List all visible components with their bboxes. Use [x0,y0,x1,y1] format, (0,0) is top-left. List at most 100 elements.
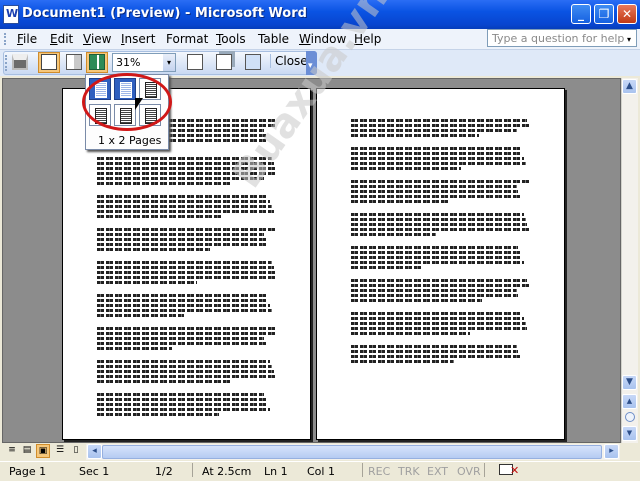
page-text-line [97,299,269,302]
page-text-line [351,332,470,335]
page-text-line [97,238,267,241]
page-text-line [97,182,230,185]
page-text-line [97,337,265,340]
page-text-line [351,294,519,297]
reading-layout-view-icon[interactable]: ▯ [69,444,83,458]
minimize-button[interactable]: _ [571,4,591,24]
menu-grip[interactable] [4,33,10,45]
print-layout-view-icon[interactable]: ▣ [36,444,50,458]
web-layout-view-icon[interactable]: ▤ [20,444,34,458]
help-search-input[interactable]: Type a question for help [487,29,637,47]
page-text-line [351,312,522,315]
status-ext[interactable]: EXT [427,465,448,478]
page-text-line [351,256,522,259]
scroll-left-button[interactable]: ◂ [87,444,102,459]
page-text-line [351,157,524,160]
restore-button[interactable]: ❐ [594,4,614,24]
page-text-line [351,246,519,249]
page-text-line [97,327,276,330]
page-text-line [351,279,528,282]
page-text-line [351,299,483,302]
page-text-line [97,398,267,401]
status-line: Ln 1 [264,465,288,478]
status-ovr[interactable]: OVR [457,465,481,478]
status-section: Sec 1 [79,465,110,478]
mouse-cursor-icon [135,98,143,110]
menu-insert[interactable]: Insert [121,32,155,46]
status-divider [484,463,485,477]
shrink-to-fit-icon[interactable] [216,54,232,70]
page-text-line [351,345,517,348]
status-page-count: 1/2 [155,465,173,478]
menu-tools[interactable]: Tools [216,32,246,46]
page-text-line [97,228,278,231]
page-text-line [97,233,265,236]
page-text-line [97,375,276,378]
menu-file[interactable]: File [17,32,37,46]
scroll-right-button[interactable]: ▸ [604,444,619,459]
status-divider [192,463,193,477]
page-text-line [351,284,530,287]
help-dropdown-arrow-icon[interactable]: ▾ [627,35,631,44]
scroll-down-button[interactable]: ▼ [622,375,637,390]
highlight-circle [82,73,172,131]
toolbar-grip[interactable] [5,55,10,71]
page-text-line [97,266,274,269]
menu-view[interactable]: View [83,32,111,46]
select-browse-object-icon[interactable] [625,412,635,422]
page-text-line [351,167,461,170]
status-rec[interactable]: REC [368,465,390,478]
print-icon[interactable] [12,54,28,70]
word-app-icon[interactable] [3,5,19,24]
page-text-line [97,309,272,312]
page-text-line [351,134,479,137]
page-text-line [351,228,530,231]
page-text-line [97,380,232,383]
page-text-line [351,147,521,150]
status-column: Col 1 [307,465,335,478]
page-text-line [351,289,517,292]
page-text-line [351,119,528,122]
page-text-line [97,215,223,218]
menu-table[interactable]: Table [258,32,289,46]
page-text-line [97,248,210,251]
page-text-line [351,251,521,254]
page-text-line [351,233,436,236]
close-window-button[interactable]: ✕ [617,4,637,24]
page-text-line [351,129,517,132]
page-text-line [351,317,524,320]
status-trk[interactable]: TRK [398,465,420,478]
page-text-line [351,266,423,269]
page-text-line [97,210,274,213]
page-text-line [351,218,526,221]
menu-format[interactable]: Format [166,32,208,46]
page-text-line [351,185,517,188]
full-screen-icon[interactable] [245,54,261,70]
menu-edit[interactable]: Edit [50,32,73,46]
page-text-line [97,393,265,396]
page-text-line [97,365,272,368]
page-text-line [351,190,519,193]
status-page: Page 1 [9,465,47,478]
scroll-up-button[interactable]: ▲ [622,79,637,94]
page-text-line [97,271,276,274]
multiple-pages-icon [89,54,105,70]
view-ruler-icon[interactable] [187,54,203,70]
page-text-line [97,243,269,246]
page-text-line [351,200,449,203]
zoom-dropdown-arrow-icon[interactable]: ▾ [163,54,175,71]
normal-view-icon[interactable]: ≡ [5,444,19,458]
next-page-button[interactable]: ▼ [622,426,637,441]
document-page-2[interactable] [316,88,565,440]
page-text-line [351,261,524,264]
page-text-line [97,408,270,411]
outline-view-icon[interactable]: ☰ [53,444,67,458]
page-text-line [351,360,454,363]
page-text-line [97,347,172,350]
page-text-line [351,350,519,353]
previous-page-button[interactable]: ▲ [622,394,637,409]
one-page-icon[interactable] [66,54,82,70]
page-text-line [351,355,521,358]
page-text-line [351,124,530,127]
horizontal-scroll-thumb[interactable] [102,445,602,459]
